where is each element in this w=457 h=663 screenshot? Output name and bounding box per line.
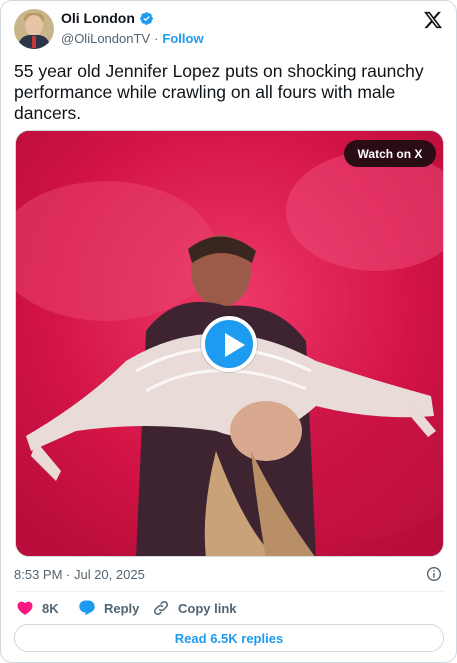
author-avatar[interactable]	[14, 9, 54, 49]
author-name-row: Oli London	[61, 10, 154, 26]
heart-icon	[17, 601, 33, 615]
reply-button[interactable]: Reply	[78, 599, 152, 617]
read-replies-button[interactable]: Read 6.5K replies	[14, 624, 444, 652]
embedded-post-card: Oli London @OliLondonTV · Follow 55 year…	[0, 0, 457, 663]
author-handle[interactable]: @OliLondonTV	[61, 31, 150, 46]
play-icon[interactable]	[201, 316, 257, 372]
post-text: 55 year old Jennifer Lopez puts on shock…	[14, 61, 424, 123]
copy-link-label: Copy link	[178, 600, 237, 616]
post-timestamp[interactable]: 8:53 PM · Jul 20, 2025	[14, 567, 145, 582]
post-actions: 8K Reply Copy link	[16, 599, 262, 617]
like-count: 8K	[42, 600, 59, 616]
x-logo-icon[interactable]	[423, 10, 443, 30]
author-display-name[interactable]: Oli London	[61, 10, 135, 26]
verified-badge-icon	[139, 11, 153, 25]
link-icon	[153, 600, 169, 616]
author-handle-row: @OliLondonTV · Follow	[61, 31, 204, 46]
copy-link-button[interactable]: Copy link	[152, 599, 262, 617]
info-icon[interactable]	[426, 566, 442, 582]
reply-label: Reply	[104, 600, 140, 616]
watch-on-x-button[interactable]: Watch on X	[344, 140, 436, 167]
divider	[14, 591, 444, 592]
follow-link[interactable]: Follow	[162, 31, 203, 46]
separator-dot: ·	[154, 31, 159, 46]
like-button[interactable]: 8K	[16, 599, 78, 617]
reply-bubble-icon	[79, 600, 95, 616]
